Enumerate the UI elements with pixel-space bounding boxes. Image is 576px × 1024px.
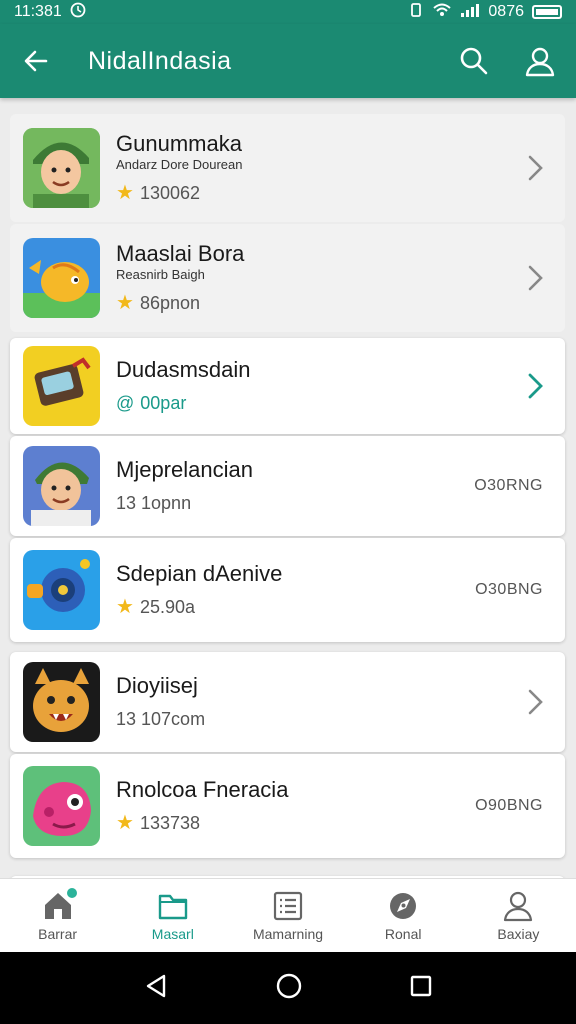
star-icon: ★ [116, 812, 134, 834]
status-bar: 11:381 0876 [0, 0, 576, 24]
home-icon [41, 887, 77, 922]
nav-item-compass[interactable]: Ronal [346, 879, 461, 952]
search-icon[interactable] [454, 41, 494, 81]
app-name: Sdepian dAenive [116, 561, 283, 586]
nav-item-folder[interactable]: Masarl [115, 879, 230, 952]
app-meta: ★ 25.90a [116, 595, 475, 619]
recents-square-icon[interactable] [410, 975, 432, 1002]
app-meta: ★ 130062 [116, 181, 515, 205]
list-item[interactable]: Dioyiisej 13 107com [10, 652, 565, 752]
nav-label: Masarl [151, 925, 194, 942]
page-title: NidalIndasia [88, 46, 232, 75]
home-circle-icon[interactable] [276, 973, 302, 1004]
nav-item-profile[interactable]: Baxiay [461, 879, 576, 952]
list-item[interactable]: Sdepian dAenive ★ 25.90a O30BNG [10, 538, 565, 642]
rating-value: 25.90a [139, 597, 195, 617]
app-name: Dudasmsdain [116, 357, 251, 382]
back-triangle-icon[interactable] [144, 973, 168, 1004]
nav-label: Ronal [384, 925, 422, 942]
chevron-right-icon[interactable] [515, 263, 555, 293]
notification-dot [66, 887, 77, 898]
nav-item-home[interactable]: Barrar [0, 879, 115, 952]
account-icon[interactable] [520, 41, 560, 81]
compass-icon [386, 890, 420, 922]
status-badge: O90BNG [475, 797, 543, 814]
app-thumbnail [23, 346, 100, 426]
app-meta: @ 00par [116, 391, 515, 415]
app-thumbnail [23, 662, 100, 742]
app-bar: NidalIndasia [0, 24, 576, 98]
app-name: Gunummaka [116, 131, 242, 156]
app-thumbnail [23, 446, 100, 526]
meta-value: 00par [140, 393, 187, 413]
app-subtitle: Andarz Dore Dourean [116, 157, 243, 172]
app-thumbnail [23, 128, 100, 208]
vibrate-icon [408, 2, 424, 23]
app-meta: ★ 86pnon [116, 291, 515, 315]
app-meta: 13 107com [116, 709, 206, 729]
nav-label: Mamarning [252, 925, 324, 942]
list-item[interactable]: Mjeprelancian 13 1opnn O30RNG [10, 436, 565, 536]
signal-icon [460, 3, 480, 22]
status-badge: O30BNG [475, 581, 543, 598]
app-name: Rnolcoa Fneracia [116, 777, 289, 802]
chevron-right-icon[interactable] [515, 371, 555, 401]
rating-value: 133738 [139, 813, 201, 833]
clock-icon [70, 2, 86, 23]
profile-icon [501, 890, 535, 922]
list-item[interactable]: Gunummaka Andarz Dore Dourean ★ 130062 [10, 114, 565, 222]
nav-item-list[interactable]: Mamarning [230, 879, 345, 952]
back-arrow-icon[interactable] [16, 41, 56, 81]
app-thumbnail [23, 550, 100, 630]
nav-label: Baxiay [497, 925, 540, 942]
rating-value: 130062 [139, 183, 201, 203]
chevron-right-icon[interactable] [515, 687, 555, 717]
chevron-right-icon[interactable] [515, 153, 555, 183]
list-item[interactable]: Maaslai Bora Reasnirb Baigh ★ 86pnon [10, 224, 565, 332]
star-icon: ★ [116, 182, 134, 204]
star-icon: ★ [116, 292, 134, 314]
star-icon: ★ [116, 596, 134, 618]
rating-value: 86pnon [139, 293, 201, 313]
at-icon: @ [116, 393, 135, 413]
app-name: Mjeprelancian [116, 457, 253, 482]
nav-label: Barrar [38, 925, 78, 942]
status-badge: O30RNG [474, 477, 543, 494]
list-item[interactable]: Dudasmsdain @ 00par [10, 338, 565, 434]
app-subtitle: Reasnirb Baigh [116, 267, 205, 282]
app-name: Dioyiisej [116, 673, 198, 698]
status-time: 11:381 [14, 3, 62, 20]
wifi-icon [432, 2, 452, 23]
app-thumbnail [23, 238, 100, 318]
system-navigation-bar [0, 952, 576, 1024]
folder-icon [156, 890, 190, 922]
app-meta: ★ 133738 [116, 811, 475, 835]
list-icon [271, 890, 305, 922]
app-name: Maaslai Bora [116, 241, 245, 266]
bottom-navigation: Barrar Masarl Mamarning Ronal Baxiay [0, 878, 576, 952]
battery-icon [532, 5, 562, 19]
app-meta: 13 1opnn [116, 493, 192, 513]
app-thumbnail [23, 766, 100, 846]
list-item[interactable]: Rnolcoa Fneracia ★ 133738 O90BNG [10, 754, 565, 858]
signal-text: 0876 [488, 3, 524, 20]
